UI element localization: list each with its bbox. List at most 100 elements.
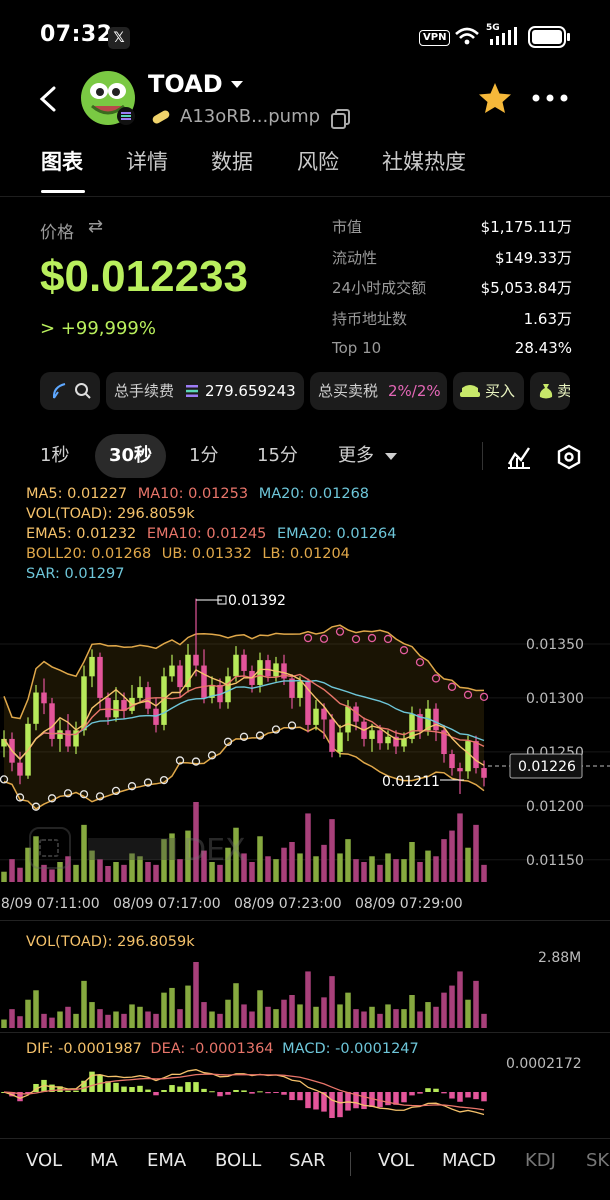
volume-bar xyxy=(129,1004,135,1028)
y-tick-label: 0.01200 xyxy=(526,799,584,815)
price-chart[interactable]: 0.013500.013000.012500.012000.01150 08/0… xyxy=(0,590,610,920)
macd-bar xyxy=(425,1088,431,1092)
more-menu-icon[interactable] xyxy=(532,94,568,102)
interval-15m[interactable]: 15分 xyxy=(257,434,298,478)
divider xyxy=(482,442,483,470)
interval-1m[interactable]: 1分 xyxy=(189,434,218,478)
candle-body xyxy=(345,706,351,733)
tab-data[interactable]: 数据 xyxy=(211,146,253,176)
macd-chart[interactable] xyxy=(0,1064,500,1130)
feather-icon xyxy=(52,383,66,399)
total-fee-pill[interactable]: 总手续费 279.659243 xyxy=(106,372,304,410)
tax-label: 总买卖税 xyxy=(318,382,379,400)
indicator-chart-icon[interactable] xyxy=(506,444,532,470)
tab-social[interactable]: 社媒热度 xyxy=(382,146,466,176)
vol-value: VOL(TOAD): 296.8059k xyxy=(26,506,195,522)
macd-bar xyxy=(169,1085,175,1092)
volume-bar xyxy=(9,1009,15,1028)
favorite-star-icon[interactable] xyxy=(478,82,512,114)
x-app-icon: 𝕏 xyxy=(108,27,130,49)
current-price: $0.012233 xyxy=(40,252,248,301)
token-avatar[interactable] xyxy=(80,70,136,126)
candle-body xyxy=(433,708,439,731)
settings-hex-icon[interactable] xyxy=(556,444,582,470)
macd-value: MACD: -0.0001247 xyxy=(282,1041,419,1057)
macd-bar xyxy=(433,1088,439,1092)
tab-macd[interactable]: MACD xyxy=(442,1150,496,1171)
macd-bar xyxy=(273,1092,279,1093)
candle-body xyxy=(449,754,455,769)
search-icon xyxy=(75,383,91,399)
volume-bar xyxy=(385,853,391,882)
candle-body xyxy=(265,660,271,677)
interval-1s[interactable]: 1秒 xyxy=(40,434,69,478)
stat-row: Top 10 28.43% xyxy=(332,339,572,363)
volume-chart[interactable] xyxy=(0,950,500,1030)
volume-bar xyxy=(345,992,351,1028)
volume-bar xyxy=(465,999,471,1028)
tab-sk[interactable]: SK xyxy=(586,1150,609,1171)
tab-vol-sub[interactable]: VOL xyxy=(378,1150,414,1171)
macd-bar xyxy=(177,1086,183,1092)
candle-body xyxy=(273,663,279,677)
macd-bar xyxy=(217,1092,223,1097)
x-tick-label: 08/09 07:11:00 xyxy=(0,896,100,912)
buy-label: 买入 xyxy=(485,382,516,400)
tab-sar[interactable]: SAR xyxy=(289,1150,326,1171)
candle-body xyxy=(177,665,183,688)
volume-bar xyxy=(89,1002,95,1028)
volume-bar xyxy=(425,850,431,882)
volume-bar xyxy=(57,862,63,882)
swap-icon[interactable]: ⇄ xyxy=(88,216,103,237)
tab-chart[interactable]: 图表 xyxy=(41,146,83,176)
volume-bar xyxy=(353,859,359,882)
interval-more[interactable]: 更多 xyxy=(338,434,374,478)
volume-bar xyxy=(265,856,271,882)
volume-bar xyxy=(297,1004,303,1028)
y-tick-label: 0.01150 xyxy=(526,853,584,869)
stat-key: 持币地址数 xyxy=(332,310,408,328)
tax-pill[interactable]: 总买卖税 2%/2% xyxy=(310,372,447,410)
divider xyxy=(0,1138,610,1139)
volume-bar xyxy=(57,1011,63,1028)
tab-kdj[interactable]: KDJ xyxy=(525,1150,556,1171)
macd-bar xyxy=(265,1092,271,1094)
volume-bar xyxy=(169,987,175,1028)
tab-details[interactable]: 详情 xyxy=(126,146,168,176)
volume-bar xyxy=(305,813,311,882)
tab-ema[interactable]: EMA xyxy=(147,1150,186,1171)
volume-bar xyxy=(465,847,471,882)
macd-bar xyxy=(129,1087,135,1092)
macd-bar xyxy=(329,1092,335,1118)
stat-key: 24小时成交额 xyxy=(332,279,427,297)
candle-body xyxy=(89,656,95,677)
tab-risk[interactable]: 风险 xyxy=(297,146,339,176)
candle-body xyxy=(57,730,63,739)
stat-value: 1.63万 xyxy=(523,310,572,328)
volume-bar xyxy=(409,995,415,1028)
tab-boll[interactable]: BOLL xyxy=(215,1150,261,1171)
low-price-label: 0.01211 xyxy=(382,774,440,790)
dropdown-caret-icon[interactable] xyxy=(230,80,244,90)
back-arrow-icon[interactable] xyxy=(38,86,58,112)
volume-bar xyxy=(441,839,447,882)
buy-pill[interactable]: 买入 xyxy=(453,372,524,410)
volume-bar xyxy=(113,862,119,882)
macd-bar xyxy=(241,1090,247,1092)
search-pill[interactable] xyxy=(40,372,100,410)
macd-bar xyxy=(457,1092,463,1102)
volume-bar xyxy=(217,1013,223,1028)
sell-pill[interactable]: 卖 xyxy=(530,372,570,410)
token-name[interactable]: TOAD xyxy=(148,70,223,98)
interval-30s[interactable]: 30秒 xyxy=(95,434,167,478)
volume-bar xyxy=(457,971,463,1028)
tab-vol[interactable]: VOL xyxy=(26,1150,62,1171)
volume-bar xyxy=(49,869,55,882)
status-bar: 07:32 𝕏 VPN 5G xyxy=(0,0,610,72)
volume-bar xyxy=(97,1009,103,1028)
volume-bar xyxy=(65,1006,71,1028)
copy-icon[interactable] xyxy=(330,108,352,130)
candle-body xyxy=(193,654,199,666)
tab-ma[interactable]: MA xyxy=(90,1150,118,1171)
candle-body xyxy=(337,732,343,752)
